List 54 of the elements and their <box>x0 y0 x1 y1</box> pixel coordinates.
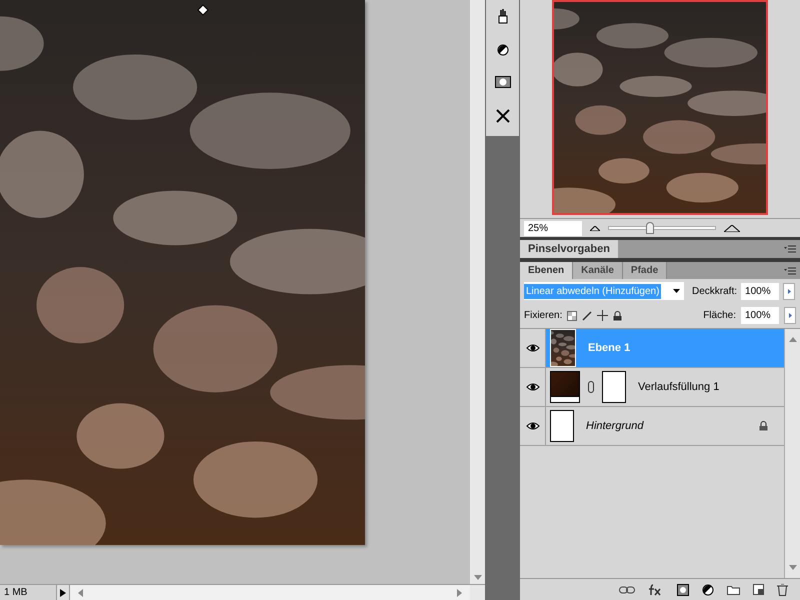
layer-name: Ebene 1 <box>588 340 630 356</box>
zoom-field[interactable]: 25% <box>524 220 582 236</box>
mask-thumbnail <box>602 371 626 403</box>
play-icon <box>60 588 66 596</box>
trash-icon[interactable] <box>777 584 788 596</box>
document-size: 1 MB <box>0 585 56 600</box>
adjustment-icon[interactable] <box>702 584 714 596</box>
status-menu-button[interactable] <box>56 585 70 600</box>
panel-tab[interactable]: Pinselvorgaben <box>520 240 618 258</box>
layer-name: Verlaufsfüllung 1 <box>638 380 720 395</box>
vertical-scrollbar[interactable] <box>470 0 485 584</box>
horizontal-scrollbar[interactable] <box>70 585 470 600</box>
new-layer-icon[interactable] <box>753 584 764 595</box>
arrow-right-icon <box>788 313 792 318</box>
folder-icon[interactable] <box>727 584 740 594</box>
link-icon[interactable] <box>619 586 635 594</box>
eye-icon[interactable] <box>526 421 540 431</box>
layer-name: Hintergrund <box>586 418 644 434</box>
mask-icon[interactable] <box>494 76 510 88</box>
opacity-arrow-button[interactable] <box>783 282 796 300</box>
opacity-field[interactable]: 100% <box>741 282 780 300</box>
adjustment-icon[interactable] <box>496 44 508 56</box>
slider-thumb[interactable] <box>646 222 654 234</box>
scroll-right-icon[interactable] <box>457 588 462 596</box>
opacity-label: Deckkraft: <box>692 284 738 298</box>
scroll-down-icon[interactable] <box>474 575 482 580</box>
fill-field[interactable]: 100% <box>741 307 779 324</box>
gradient-thumbnail <box>550 371 580 403</box>
dropdown-caret-icon <box>673 289 680 293</box>
scroll-left-icon[interactable] <box>78 588 83 596</box>
fill-arrow-button[interactable] <box>784 307 796 324</box>
zoom-in-icon[interactable] <box>724 224 740 232</box>
lock-label: Fixieren: <box>524 309 562 323</box>
eye-icon[interactable] <box>526 382 540 392</box>
lock-transparency-icon[interactable] <box>567 310 578 320</box>
brush-icon[interactable] <box>582 310 592 320</box>
panel-tab[interactable]: Pfade <box>622 262 668 279</box>
panel-menu-icon[interactable] <box>784 245 796 253</box>
fill-label: Fläche: <box>703 309 736 323</box>
layers-scrollbar[interactable] <box>784 329 800 578</box>
move-icon[interactable] <box>597 310 608 321</box>
mask-icon[interactable] <box>677 584 689 596</box>
zoom-out-icon[interactable] <box>590 226 600 230</box>
panel-menu-icon[interactable] <box>784 266 796 274</box>
scroll-down-icon[interactable] <box>788 565 796 570</box>
brushes-icon[interactable] <box>496 8 510 24</box>
lock-icon[interactable] <box>613 310 622 320</box>
arrow-right-icon <box>788 288 791 294</box>
link-icon <box>588 381 594 393</box>
panel-tab[interactable]: Kanäle <box>573 262 623 279</box>
panel-tab[interactable]: Ebenen <box>520 262 574 279</box>
eye-icon[interactable] <box>526 343 540 353</box>
scroll-up-icon[interactable] <box>788 337 796 342</box>
layer-thumbnail <box>550 410 574 442</box>
